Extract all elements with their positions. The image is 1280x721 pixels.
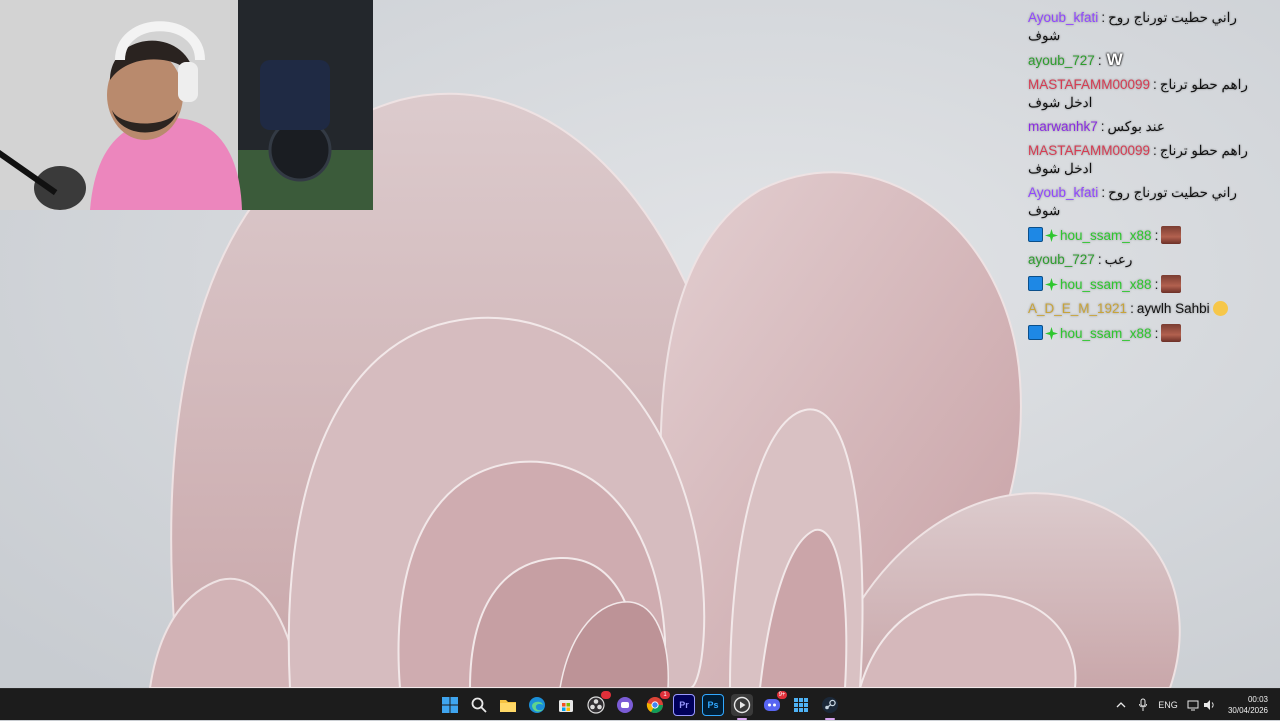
- chat-overlay: Ayoub_kfati: راني حطيت تورناج روح شوف ayou…: [1028, 6, 1268, 346]
- chat-text: رعب: [1104, 252, 1133, 267]
- chat-username[interactable]: ayoub_727: [1028, 53, 1095, 68]
- chat-separator: :: [1154, 277, 1159, 292]
- chat-username[interactable]: A_D_E_M_1921: [1028, 301, 1127, 316]
- store-button[interactable]: [555, 694, 577, 716]
- microphone-icon: [1139, 698, 1147, 711]
- microphone-button[interactable]: [1136, 689, 1150, 721]
- chat-username[interactable]: marwanhk7: [1028, 119, 1098, 134]
- clock-time: 00:03: [1247, 695, 1268, 704]
- chat-message: marwanhk7: عند بوكس: [1028, 115, 1165, 139]
- chat-username[interactable]: MASTAFAMM00099: [1028, 143, 1150, 158]
- chat-separator: :: [1100, 119, 1105, 134]
- search-icon: [471, 697, 487, 713]
- play-icon: [733, 696, 751, 714]
- subscriber-badge-icon: [1028, 227, 1043, 242]
- volume-button[interactable]: [1202, 689, 1216, 721]
- edge-button[interactable]: [526, 694, 548, 716]
- webcam-image: [0, 0, 373, 210]
- edge-icon: [529, 697, 545, 713]
- chat-username[interactable]: Ayoub_kfati: [1028, 185, 1098, 200]
- network-button[interactable]: [1186, 689, 1200, 721]
- laughing-emoji-icon: [1212, 301, 1228, 316]
- desktop: Ayoub_kfati: راني حطيت تورناج روح شوف ayou…: [0, 0, 1280, 688]
- start-button[interactable]: [439, 694, 461, 716]
- show-hidden-icons-button[interactable]: [1114, 689, 1128, 721]
- chat-message: Ayoub_kfati: راني حطيت تورناج روح شوف: [1028, 6, 1268, 48]
- chat-username[interactable]: hou_ssam_x88: [1060, 277, 1152, 292]
- chat-username[interactable]: MASTAFAMM00099: [1028, 77, 1150, 92]
- chat-text: aywlh Sahbi: [1136, 301, 1210, 316]
- discord-icon: [764, 699, 780, 711]
- grid-icon: [794, 698, 808, 712]
- windows-icon: [442, 697, 458, 713]
- chat-message: hou_ssam_x88:: [1028, 223, 1182, 248]
- chat-text: عند بوكس: [1107, 119, 1165, 134]
- language-indicator[interactable]: ENG: [1156, 689, 1180, 721]
- chat-separator: :: [1154, 228, 1159, 243]
- search-button[interactable]: [468, 694, 490, 716]
- chat-message: ayoub_727: رعب: [1028, 248, 1132, 272]
- chat-message: A_D_E_M_1921: aywlh Sahbi: [1028, 297, 1228, 321]
- chat-emote-w: W: [1106, 50, 1123, 69]
- photoshop-button[interactable]: Ps: [702, 694, 724, 716]
- chat-separator: :: [1097, 53, 1102, 68]
- discord-badge: 9+: [777, 691, 787, 699]
- chrome-badge: 1: [660, 691, 670, 699]
- chat-message: hou_ssam_x88:: [1028, 272, 1182, 297]
- webcam-overlay: [0, 0, 373, 210]
- chat-separator: :: [1130, 301, 1134, 316]
- app-grid-button[interactable]: [790, 694, 812, 716]
- subscriber-badge-icon: [1028, 276, 1043, 291]
- sparkle-badge-icon: [1045, 229, 1058, 242]
- obs-button[interactable]: [585, 691, 611, 716]
- clock[interactable]: 00:03 30/04/2026: [1228, 694, 1268, 716]
- chrome-button[interactable]: 1: [644, 691, 670, 716]
- chat-username[interactable]: ayoub_727: [1028, 252, 1095, 267]
- file-explorer-button[interactable]: [497, 694, 519, 716]
- obs-recording-badge: [601, 691, 611, 699]
- premiere-icon: Pr: [679, 700, 689, 710]
- chat-username[interactable]: hou_ssam_x88: [1060, 228, 1152, 243]
- chat-separator: :: [1101, 10, 1106, 25]
- speaker-icon: [1204, 700, 1214, 710]
- chat-emote-face-icon: [1161, 275, 1182, 293]
- obs-icon: [587, 696, 605, 714]
- chat-username[interactable]: hou_ssam_x88: [1060, 326, 1152, 341]
- chat-app-icon: [617, 697, 633, 713]
- chat-message: Ayoub_kfati: راني حطيت تورناج روح شوف: [1028, 181, 1268, 223]
- premiere-button[interactable]: Pr: [673, 694, 695, 716]
- chrome-icon: [646, 697, 663, 714]
- media-player-button[interactable]: [731, 694, 753, 720]
- chat-emote-face-icon: [1161, 324, 1182, 342]
- chat-message: hou_ssam_x88:: [1028, 321, 1182, 346]
- sparkle-badge-icon: [1045, 278, 1058, 291]
- store-icon: [559, 700, 573, 712]
- chat-message: MASTAFAMM00099: راهم حطو ترناج ادخل شوف: [1028, 139, 1268, 181]
- discord-button[interactable]: 9+: [761, 691, 787, 716]
- chat-username[interactable]: Ayoub_kfati: [1028, 10, 1098, 25]
- chat-message: ayoub_727: W: [1028, 48, 1123, 73]
- subscriber-badge-icon: [1028, 325, 1043, 340]
- clock-date: 30/04/2026: [1227, 706, 1268, 715]
- sparkle-badge-icon: [1045, 327, 1058, 340]
- taskbar: 1 Pr Ps 9+ ENG 00:03 30/04/2026: [0, 688, 1280, 720]
- chat-separator: :: [1097, 252, 1102, 267]
- chat-message: MASTAFAMM00099: راهم حطو ترناج ادخل شوف: [1028, 73, 1268, 115]
- folder-icon: [500, 700, 516, 712]
- steam-button[interactable]: [819, 694, 841, 720]
- chat-emote-face-icon: [1161, 226, 1182, 244]
- chat-app-button[interactable]: [614, 694, 636, 716]
- chevron-up-icon: [1116, 702, 1126, 708]
- chat-separator: :: [1153, 77, 1157, 92]
- chat-separator: :: [1101, 185, 1106, 200]
- chat-separator: :: [1154, 326, 1159, 341]
- network-icon: [1187, 700, 1199, 711]
- photoshop-icon: Ps: [707, 700, 719, 710]
- chat-separator: :: [1153, 143, 1157, 158]
- steam-icon: [822, 697, 838, 713]
